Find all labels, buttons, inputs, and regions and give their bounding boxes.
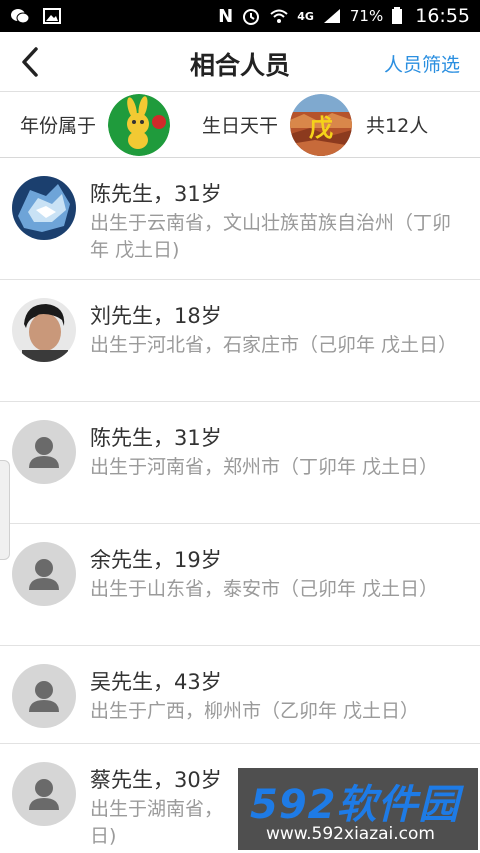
- person-desc: 出生于河北省，石家庄市（己卯年 戊土日）: [90, 334, 458, 356]
- info-bar: 年份属于 生日天干 戊 共12人: [0, 92, 480, 158]
- person-desc: 出生于云南省，文山壮族苗族自治州（丁卯年 戊土日): [90, 212, 452, 261]
- watermark: 592软件园 www.592xiazai.com: [238, 768, 478, 850]
- person-desc: 出生于河南省，郑州市（丁卯年 戊土日）: [90, 456, 439, 478]
- header: 相合人员 人员筛选: [0, 32, 480, 92]
- zodiac-rabbit-badge: [108, 93, 171, 156]
- person-desc: 出生于广西，柳州市（乙卯年 戊土日）: [90, 700, 420, 722]
- avatar: [12, 664, 76, 728]
- user-placeholder-icon: [29, 779, 59, 810]
- clock: 16:55: [415, 5, 470, 27]
- watermark-site: www.592xiazai.com: [266, 824, 435, 844]
- list-item[interactable]: 刘先生，18岁 出生于河北省，石家庄市（己卯年 戊土日）: [0, 280, 480, 402]
- list-item[interactable]: 陈先生，31岁 出生于河南省，郑州市（丁卯年 戊土日）: [0, 402, 480, 524]
- wechat-icon: [11, 9, 30, 24]
- total-count: 共12人: [366, 115, 429, 137]
- signal-icon: [323, 9, 340, 23]
- person-name: 刘先生，18岁: [90, 304, 222, 328]
- ice-photo-icon: [12, 176, 76, 240]
- person-photo-icon: [12, 298, 76, 362]
- chevron-left-icon: [22, 47, 38, 77]
- stem-char: 戊: [309, 113, 334, 142]
- person-name: 余先生，19岁: [90, 548, 222, 572]
- list-item[interactable]: 余先生，19岁 出生于山东省，泰安市（己卯年 戊土日）: [0, 524, 480, 646]
- watermark-logo: 592软件园: [250, 782, 460, 828]
- battery-icon: [392, 7, 403, 24]
- back-button[interactable]: [12, 44, 48, 80]
- wifi-icon: [270, 9, 288, 23]
- status-bar: N 4G 71% 16:55: [0, 0, 480, 32]
- stem-badge: 戊: [290, 93, 353, 156]
- user-placeholder-icon: [29, 437, 59, 468]
- rabbit-icon: [108, 93, 171, 156]
- person-name: 蔡先生，30岁: [90, 768, 222, 792]
- gallery-icon: [43, 8, 61, 24]
- user-placeholder-icon: [29, 559, 59, 590]
- year-label: 年份属于: [20, 115, 97, 137]
- network-type: 4G: [297, 9, 314, 23]
- person-name: 陈先生，31岁: [90, 426, 222, 450]
- avatar: [12, 542, 76, 606]
- side-drawer-handle[interactable]: [0, 460, 10, 560]
- alarm-icon: [243, 9, 260, 25]
- battery-percent: 71%: [349, 7, 384, 25]
- user-placeholder-icon: [29, 681, 59, 712]
- avatar: [12, 762, 76, 826]
- avatar: [12, 298, 76, 362]
- list-item[interactable]: 吴先生，43岁 出生于广西，柳州市（乙卯年 戊土日）: [0, 646, 480, 744]
- avatar: [12, 176, 76, 240]
- person-name: 吴先生，43岁: [90, 670, 222, 694]
- stem-label: 生日天干: [202, 115, 279, 137]
- list-item[interactable]: 陈先生，31岁 出生于云南省，文山壮族苗族自治州（丁卯年 戊土日): [0, 158, 480, 280]
- filter-button[interactable]: 人员筛选: [384, 50, 460, 77]
- person-name: 陈先生，31岁: [90, 182, 222, 206]
- people-list: 陈先生，31岁 出生于云南省，文山壮族苗族自治州（丁卯年 戊土日) 刘先生，18…: [0, 158, 480, 853]
- person-desc: 出生于山东省，泰安市（己卯年 戊土日）: [90, 578, 439, 600]
- avatar: [12, 420, 76, 484]
- n-icon: N: [218, 5, 234, 27]
